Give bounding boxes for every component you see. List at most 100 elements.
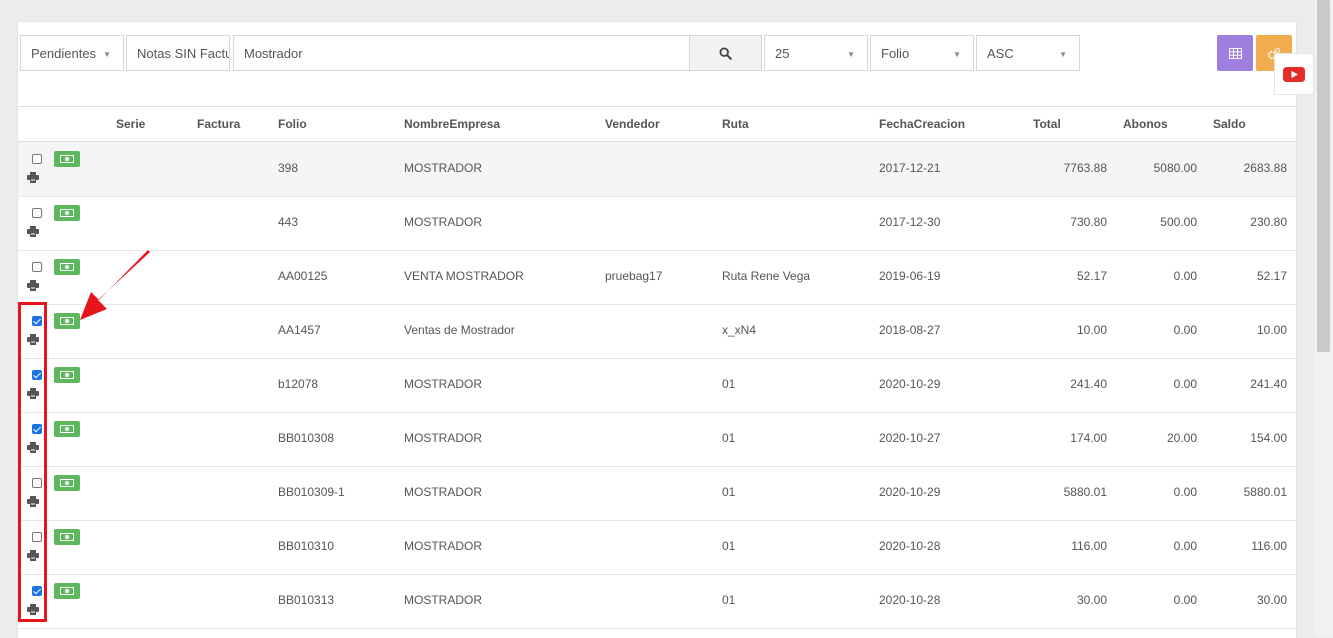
payment-button[interactable] — [54, 367, 80, 383]
sort-order-value: ASC — [987, 45, 1014, 61]
cell-total: 241.40 — [1070, 377, 1107, 391]
filter-toolbar: Pendientes ▼ Notas SIN Factura Mostrador… — [18, 22, 1296, 107]
column-header-nombre-empresa[interactable]: NombreEmpresa — [404, 117, 500, 131]
payment-button[interactable] — [54, 259, 80, 275]
cell-total: 52.17 — [1076, 269, 1107, 283]
printer-icon[interactable] — [27, 172, 39, 186]
page-size-select[interactable]: 25 ▼ — [764, 35, 868, 71]
payment-button[interactable] — [54, 313, 80, 329]
table-row: AA00125 VENTA MOSTRADOR pruebag17 Ruta Rene… — [18, 250, 1296, 305]
sort-field-select[interactable]: Folio ▼ — [870, 35, 974, 71]
printer-icon[interactable] — [27, 388, 39, 402]
payment-button[interactable] — [54, 205, 80, 221]
sort-field-value: Folio — [881, 45, 910, 61]
column-header-total[interactable]: Total — [1033, 117, 1061, 131]
status-filter-value: Pendientes — [31, 45, 97, 61]
column-header-serie[interactable]: Serie — [116, 117, 145, 131]
cell-ruta: 01 — [722, 377, 736, 391]
notes-filter-select[interactable]: Notas SIN Factura — [126, 35, 230, 71]
notes-filter-value: Notas SIN Factura — [137, 45, 229, 61]
cell-ruta: Ruta Rene Vega — [722, 269, 811, 283]
status-filter-select[interactable]: Pendientes ▼ — [20, 35, 124, 71]
cell-ruta: x_xN4 — [722, 323, 757, 337]
sort-order-select[interactable]: ASC ▼ — [976, 35, 1080, 71]
row-select-checkbox[interactable] — [32, 478, 42, 488]
cell-fecha-creacion: 2018-08-27 — [879, 323, 941, 337]
cell-folio: BB010309-1 — [278, 485, 345, 499]
cell-fecha-creacion: 2017-12-21 — [879, 161, 941, 175]
cell-total: 5880.01 — [1063, 485, 1107, 499]
cell-fecha-creacion: 2020-10-28 — [879, 593, 941, 607]
cell-total: 10.00 — [1076, 323, 1107, 337]
cell-ruta: 01 — [722, 485, 736, 499]
cell-saldo: 154.00 — [1250, 431, 1287, 445]
cell-saldo: 10.00 — [1256, 323, 1287, 337]
cell-nombre-empresa: Ventas de Mostrador — [404, 323, 515, 337]
cell-fecha-creacion: 2020-10-28 — [879, 539, 941, 553]
printer-icon[interactable] — [27, 442, 39, 456]
cell-saldo: 52.17 — [1256, 269, 1287, 283]
payment-button[interactable] — [54, 583, 80, 599]
payment-button[interactable] — [54, 475, 80, 491]
column-header-abonos[interactable]: Abonos — [1123, 117, 1168, 131]
cell-nombre-empresa: MOSTRADOR — [404, 215, 482, 229]
printer-icon[interactable] — [27, 334, 39, 348]
grid-view-button[interactable] — [1217, 35, 1253, 71]
payment-button[interactable] — [54, 151, 80, 167]
column-header-saldo[interactable]: Saldo — [1213, 117, 1246, 131]
cell-fecha-creacion: 2020-10-29 — [879, 377, 941, 391]
printer-icon[interactable] — [27, 550, 39, 564]
row-select-checkbox[interactable] — [32, 154, 42, 164]
table-row: 398 MOSTRADOR 2017-12-21 7763.88 5080.00 2683… — [18, 142, 1296, 197]
cell-total: 116.00 — [1071, 539, 1107, 553]
row-select-checkbox[interactable] — [32, 316, 42, 326]
cell-nombre-empresa: MOSTRADOR — [404, 539, 482, 553]
row-select-checkbox[interactable] — [32, 262, 42, 272]
column-header-vendedor[interactable]: Vendedor — [605, 117, 660, 131]
red-arrow-annotation — [80, 250, 150, 320]
cell-fecha-creacion: 2019-06-19 — [879, 269, 941, 283]
youtube-button[interactable] — [1274, 53, 1314, 95]
cell-nombre-empresa: MOSTRADOR — [404, 431, 482, 445]
row-select-checkbox[interactable] — [32, 424, 42, 434]
cell-folio: BB010313 — [278, 593, 335, 607]
row-select-checkbox[interactable] — [32, 586, 42, 596]
table-row: BB010309-1 MOSTRADOR 01 2020-10-29 5880.01 0.… — [18, 466, 1296, 521]
page-scrollbar[interactable] — [1315, 0, 1333, 637]
cell-abonos: 500.00 — [1160, 215, 1197, 229]
main-panel: Pendientes ▼ Notas SIN Factura Mostrador… — [17, 21, 1297, 638]
printer-icon[interactable] — [27, 496, 39, 510]
table-row: BB010308 MOSTRADOR 01 2020-10-27 174.00 20.00… — [18, 412, 1296, 467]
column-header-factura[interactable]: Factura — [197, 117, 240, 131]
printer-icon[interactable] — [27, 604, 39, 618]
search-button[interactable] — [689, 35, 762, 71]
row-select-checkbox[interactable] — [32, 532, 42, 542]
column-header-fecha-creacion[interactable]: FechaCreacion — [879, 117, 965, 131]
cell-saldo: 116.00 — [1251, 539, 1287, 553]
row-select-checkbox[interactable] — [32, 370, 42, 380]
table-grid-icon — [1228, 47, 1242, 59]
payment-button[interactable] — [54, 529, 80, 545]
scrollbar-thumb[interactable] — [1317, 0, 1330, 352]
payment-button[interactable] — [54, 421, 80, 437]
row-select-checkbox[interactable] — [32, 208, 42, 218]
cell-fecha-creacion: 2020-10-27 — [879, 431, 941, 445]
cell-total: 7763.88 — [1063, 161, 1107, 175]
search-input[interactable]: Mostrador — [233, 35, 690, 71]
printer-icon[interactable] — [27, 280, 39, 294]
cell-ruta: 01 — [722, 539, 736, 553]
cell-saldo: 230.80 — [1250, 215, 1287, 229]
cell-abonos: 0.00 — [1173, 269, 1197, 283]
cell-abonos: 20.00 — [1166, 431, 1197, 445]
cell-total: 30.00 — [1076, 593, 1107, 607]
search-icon — [719, 46, 732, 60]
table-row: b12078 MOSTRADOR 01 2020-10-29 241.40 0.00 241… — [18, 358, 1296, 413]
cell-abonos: 0.00 — [1173, 377, 1197, 391]
caret-down-icon: ▼ — [953, 50, 961, 59]
cell-vendedor: pruebag17 — [605, 269, 663, 283]
cell-nombre-empresa: MOSTRADOR — [404, 161, 482, 175]
caret-down-icon: ▼ — [103, 50, 111, 59]
printer-icon[interactable] — [27, 226, 39, 240]
column-header-folio[interactable]: Folio — [278, 117, 307, 131]
column-header-ruta[interactable]: Ruta — [722, 117, 749, 131]
